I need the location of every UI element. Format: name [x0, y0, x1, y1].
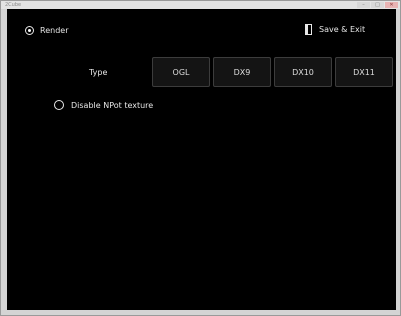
render-label: Render — [40, 26, 69, 35]
disable-npot-option[interactable]: Disable NPot texture — [54, 100, 153, 110]
ogl-button[interactable]: OGL — [152, 57, 210, 87]
dx9-button[interactable]: DX9 — [213, 57, 271, 87]
main-panel: Render Save & Exit Type OGL DX9 DX10 DX1… — [7, 9, 396, 310]
dx10-button[interactable]: DX10 — [274, 57, 332, 87]
radio-unselected-icon[interactable] — [54, 100, 64, 110]
render-option[interactable]: Render — [25, 26, 68, 35]
save-exit-label: Save & Exit — [319, 25, 366, 34]
door-icon — [305, 24, 312, 35]
window-title: 2Cube — [5, 2, 22, 8]
disable-npot-label: Disable NPot texture — [71, 100, 154, 110]
radio-selected-icon[interactable] — [25, 26, 34, 35]
title-bar[interactable]: 2Cube – □ ✕ — [1, 1, 400, 9]
window-controls: – □ ✕ — [357, 2, 398, 8]
dx11-button[interactable]: DX11 — [335, 57, 393, 87]
app-window: 2Cube – □ ✕ Render Save & Exit Type OGL … — [0, 0, 401, 316]
api-button-group: OGL DX9 DX10 DX11 — [152, 57, 393, 87]
maximize-button[interactable]: □ — [371, 2, 384, 8]
close-button[interactable]: ✕ — [385, 2, 398, 8]
type-label: Type — [89, 68, 108, 77]
save-exit-button[interactable]: Save & Exit — [305, 24, 365, 35]
minimize-button[interactable]: – — [357, 2, 370, 8]
